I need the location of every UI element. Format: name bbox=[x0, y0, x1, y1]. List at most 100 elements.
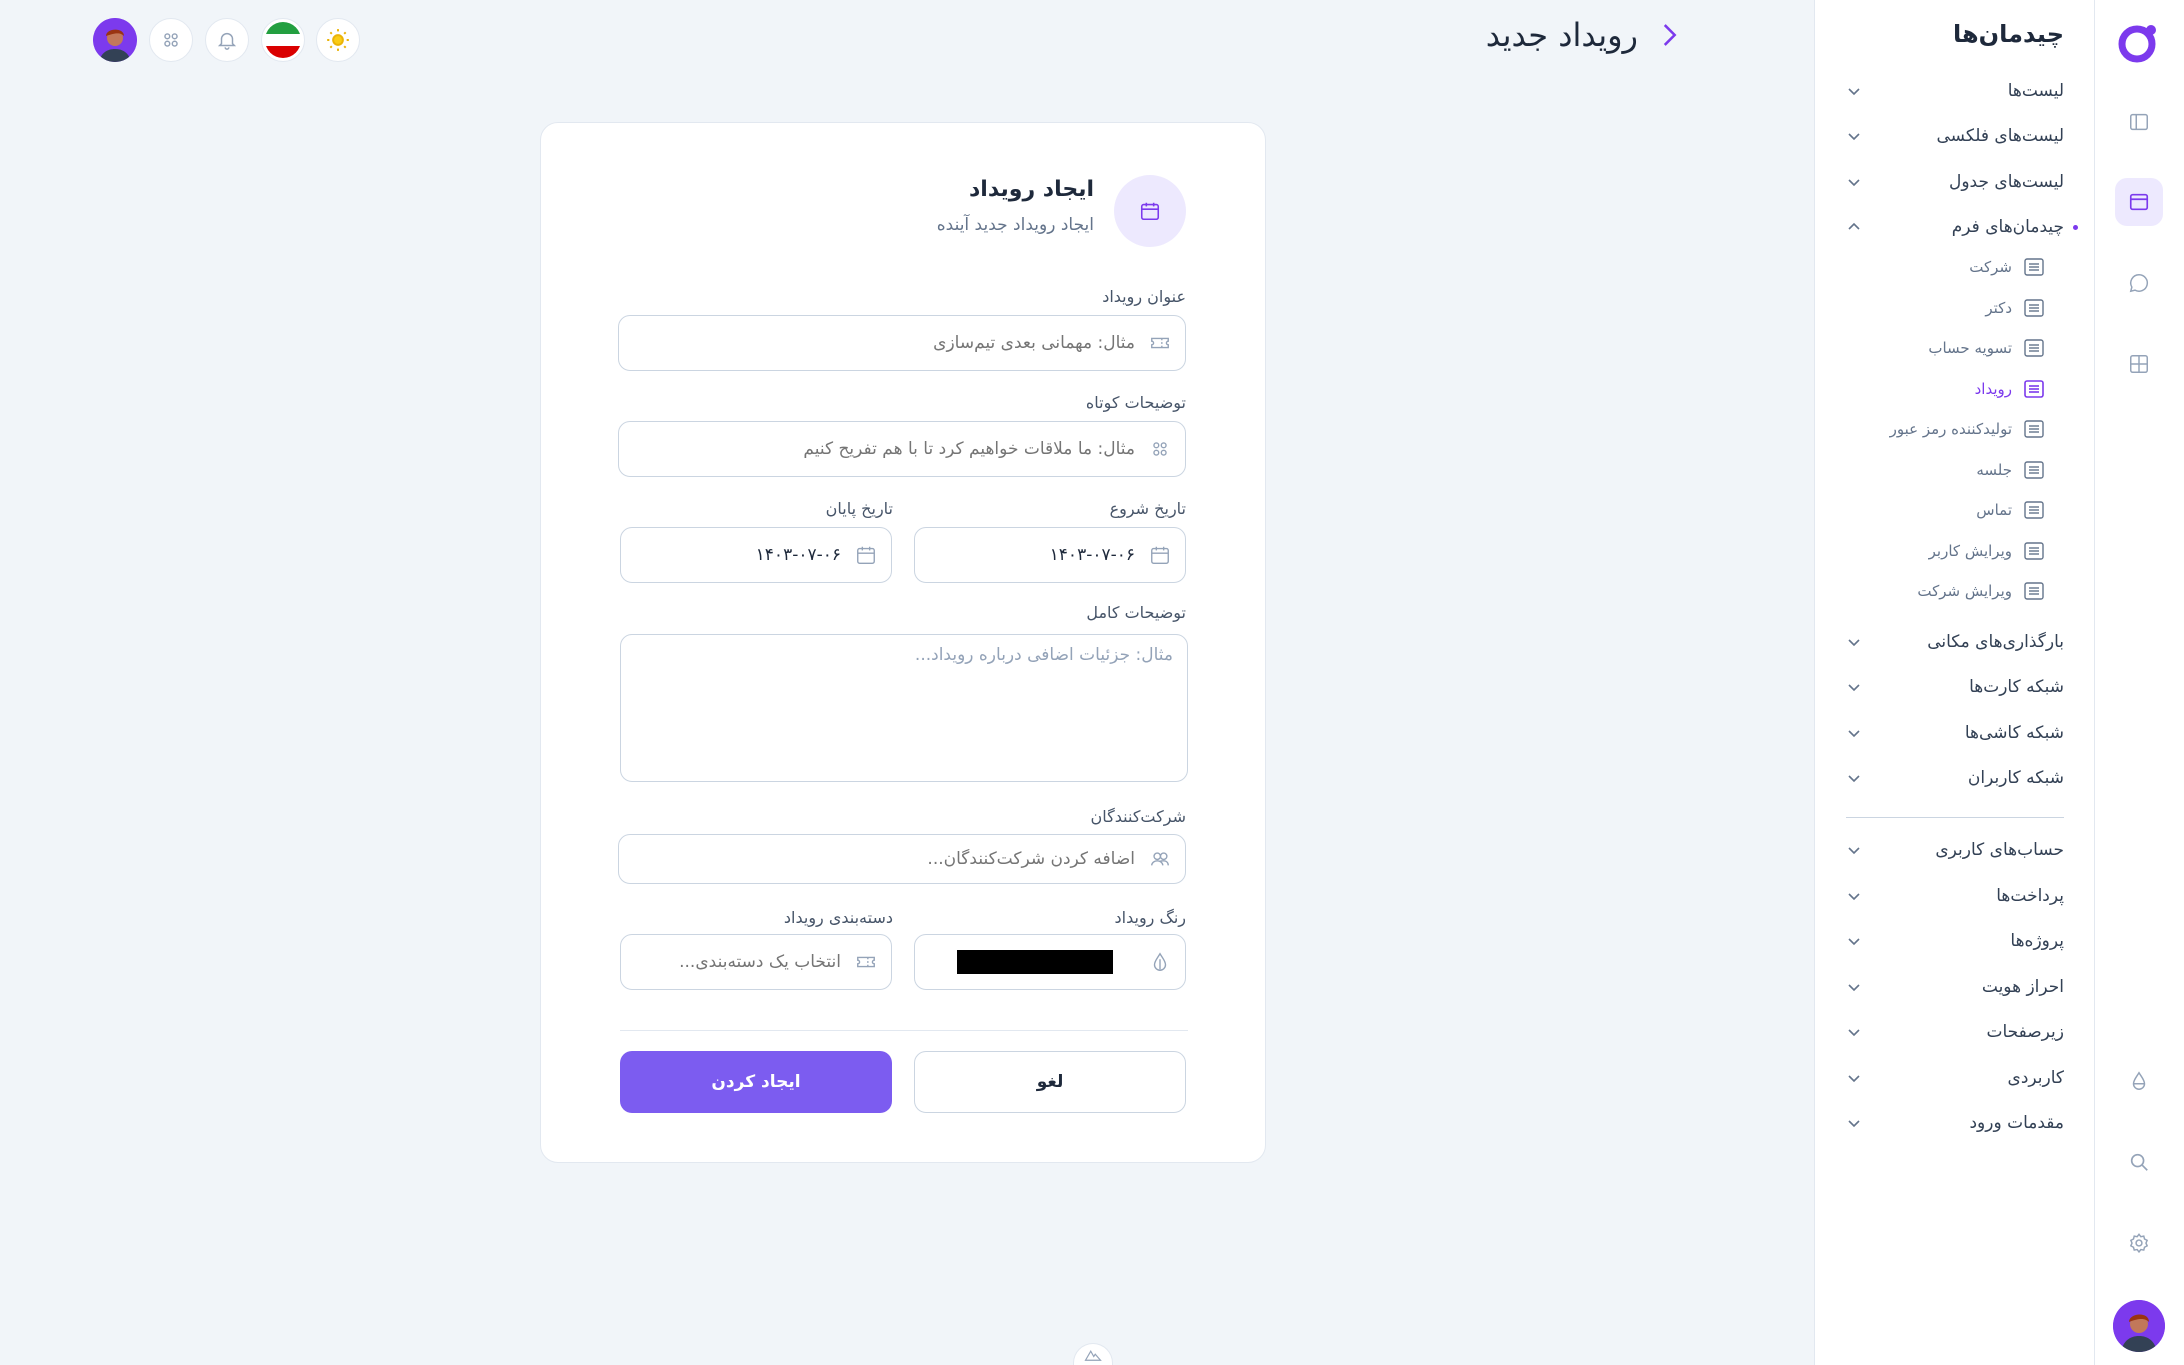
sub-item-label: ویرایش کاربر bbox=[1928, 542, 2012, 560]
menu-item-table-lists[interactable]: لیست‌های جدول bbox=[1846, 167, 2064, 197]
document-icon bbox=[2024, 380, 2044, 398]
start-date-field[interactable]: ۱۴۰۳-۰۷-۰۶ bbox=[914, 527, 1186, 583]
form-subtitle: ایجاد رویداد جدید آینده bbox=[936, 215, 1094, 235]
menu-item-geo-loads[interactable]: بارگذاری‌های مکانی bbox=[1846, 627, 2064, 657]
ticket-icon bbox=[857, 956, 875, 968]
chevron-down-icon bbox=[1848, 775, 1860, 783]
participants-input[interactable] bbox=[619, 849, 1135, 869]
chevron-down-icon bbox=[1848, 1120, 1860, 1128]
end-date-field[interactable]: ۱۴۰۳-۰۷-۰۶ bbox=[620, 527, 892, 583]
event-color-field[interactable] bbox=[914, 934, 1186, 990]
menu-item-accounts[interactable]: حساب‌های کاربری bbox=[1846, 835, 2064, 865]
language-button[interactable] bbox=[261, 18, 305, 62]
header-avatar[interactable] bbox=[93, 18, 137, 62]
sub-item-meeting[interactable]: جلسه bbox=[1976, 457, 2044, 483]
chevron-down-icon bbox=[1848, 1075, 1860, 1083]
sub-item-edit-company[interactable]: ویرایش شرکت bbox=[1917, 578, 2044, 604]
sub-item-label: رویداد bbox=[1974, 380, 2012, 398]
sub-item-label: تولیدکننده رمز عبور bbox=[1889, 420, 2012, 438]
menu-divider bbox=[1846, 817, 2064, 818]
menu-item-payments[interactable]: پرداخت‌ها bbox=[1846, 881, 2064, 911]
sub-item-label: شرکت bbox=[1969, 258, 2012, 276]
full-desc-label: توضیحات کامل bbox=[1086, 603, 1186, 622]
user-avatar[interactable] bbox=[2113, 1300, 2165, 1352]
page-header: رویداد جدید bbox=[1486, 16, 1686, 54]
menu-item-lists[interactable]: لیست‌ها bbox=[1846, 76, 2064, 106]
menu-item-form-layouts[interactable]: چیدمان‌های فرم bbox=[1846, 212, 2078, 242]
short-desc-input[interactable] bbox=[619, 439, 1135, 459]
menu-item-label: مقدمات ورود bbox=[1969, 1113, 2064, 1133]
sub-item-label: تسویه حساب bbox=[1928, 339, 2012, 357]
icon-rail bbox=[2094, 0, 2184, 1365]
event-category-field[interactable] bbox=[620, 934, 892, 990]
cancel-button[interactable]: لغو bbox=[914, 1051, 1186, 1113]
chat-icon[interactable] bbox=[2115, 259, 2163, 307]
full-desc-textarea[interactable]: مثال: جزئیات اضافی درباره رویداد... bbox=[620, 634, 1188, 782]
grid-icon[interactable] bbox=[2115, 340, 2163, 388]
event-title-input[interactable] bbox=[619, 333, 1135, 353]
apps-grid-icon bbox=[1153, 442, 1167, 456]
sub-item-label: تماس bbox=[1976, 501, 2012, 519]
menu-item-label: لیست‌های فلکسی bbox=[1936, 126, 2065, 146]
apps-grid-icon bbox=[164, 33, 178, 47]
menu-item-label: پرداخت‌ها bbox=[1996, 886, 2064, 906]
sidebar-panel-icon[interactable] bbox=[2115, 98, 2163, 146]
menu-item-flex-lists[interactable]: لیست‌های فلکسی bbox=[1846, 121, 2064, 151]
create-event-card: ایجاد رویداد ایجاد رویداد جدید آینده عنو… bbox=[540, 122, 1266, 1163]
menu-item-label: شبکه کاربران bbox=[1967, 768, 2064, 788]
document-icon bbox=[2024, 339, 2044, 357]
menu-item-projects[interactable]: پروژه‌ها bbox=[1846, 926, 2064, 956]
sub-item-label: دکتر bbox=[1985, 299, 2012, 317]
menu-item-label: لیست‌ها bbox=[2007, 81, 2064, 101]
end-date-label: تاریخ پایان bbox=[825, 499, 893, 518]
sub-item-checkout[interactable]: تسویه حساب bbox=[1928, 335, 2044, 361]
chevron-down-icon bbox=[1848, 179, 1860, 187]
chevron-right-icon[interactable] bbox=[1652, 18, 1686, 52]
document-icon bbox=[2024, 299, 2044, 317]
ticket-icon bbox=[1151, 337, 1169, 349]
droplet-icon[interactable] bbox=[2115, 1057, 2163, 1105]
menu-item-auth[interactable]: احراز هویت bbox=[1846, 972, 2064, 1002]
menu-item-label: بارگذاری‌های مکانی bbox=[1927, 632, 2064, 652]
settings-gear-icon[interactable] bbox=[2115, 1219, 2163, 1267]
menu-item-label: زیرصفحات bbox=[1986, 1022, 2064, 1042]
chevron-down-icon bbox=[1848, 684, 1860, 692]
sub-item-edit-user[interactable]: ویرایش کاربر bbox=[1929, 538, 2044, 564]
short-desc-field[interactable] bbox=[618, 421, 1186, 477]
layouts-icon[interactable] bbox=[2115, 178, 2163, 226]
menu-item-user-grid[interactable]: شبکه کاربران bbox=[1846, 763, 2064, 793]
chevron-down-icon bbox=[1848, 133, 1860, 141]
event-title-field[interactable] bbox=[618, 315, 1186, 371]
menu-item-tile-grid[interactable]: شبکه کاشی‌ها bbox=[1846, 718, 2064, 748]
bell-icon bbox=[217, 32, 237, 50]
menu-item-onboarding[interactable]: مقدمات ورود bbox=[1846, 1108, 2064, 1138]
menu-title: چیدمان‌ها bbox=[1953, 20, 2064, 48]
nuxt-devtools-icon[interactable] bbox=[1073, 1343, 1113, 1365]
category-input[interactable] bbox=[621, 952, 841, 972]
color-swatch[interactable] bbox=[957, 950, 1113, 974]
app-logo-icon[interactable] bbox=[2115, 18, 2163, 66]
theme-toggle-button[interactable] bbox=[316, 18, 360, 62]
menu-item-utility[interactable]: کاربردی bbox=[1846, 1063, 2064, 1093]
sub-item-event[interactable]: رویداد bbox=[1975, 376, 2044, 402]
sub-item-doctor[interactable]: دکتر bbox=[1985, 295, 2044, 321]
menu-item-card-grid[interactable]: شبکه کارت‌ها bbox=[1846, 672, 2064, 702]
sub-item-company[interactable]: شرکت bbox=[1969, 254, 2044, 280]
document-icon bbox=[2024, 582, 2044, 600]
menu-item-label: حساب‌های کاربری bbox=[1935, 840, 2064, 860]
end-date-value: ۱۴۰۳-۰۷-۰۶ bbox=[755, 545, 841, 565]
event-title-label: عنوان رویداد bbox=[1102, 287, 1186, 306]
sub-item-contact[interactable]: تماس bbox=[1976, 497, 2044, 523]
search-icon[interactable] bbox=[2115, 1138, 2163, 1186]
short-desc-label: توضیحات کوتاه bbox=[1085, 393, 1186, 412]
create-button[interactable]: ایجاد کردن bbox=[620, 1051, 892, 1113]
sub-item-password-generator[interactable]: تولیدکننده رمز عبور bbox=[1890, 416, 2044, 442]
document-icon bbox=[2024, 542, 2044, 560]
menu-item-subpages[interactable]: زیرصفحات bbox=[1846, 1017, 2064, 1047]
notifications-button[interactable] bbox=[205, 18, 249, 62]
category-label: دسته‌بندی رویداد bbox=[783, 908, 893, 927]
menu-item-label: پروژه‌ها bbox=[2010, 931, 2064, 951]
calendar-icon bbox=[1151, 546, 1169, 564]
participants-field[interactable] bbox=[618, 834, 1186, 884]
apps-button[interactable] bbox=[149, 18, 193, 62]
